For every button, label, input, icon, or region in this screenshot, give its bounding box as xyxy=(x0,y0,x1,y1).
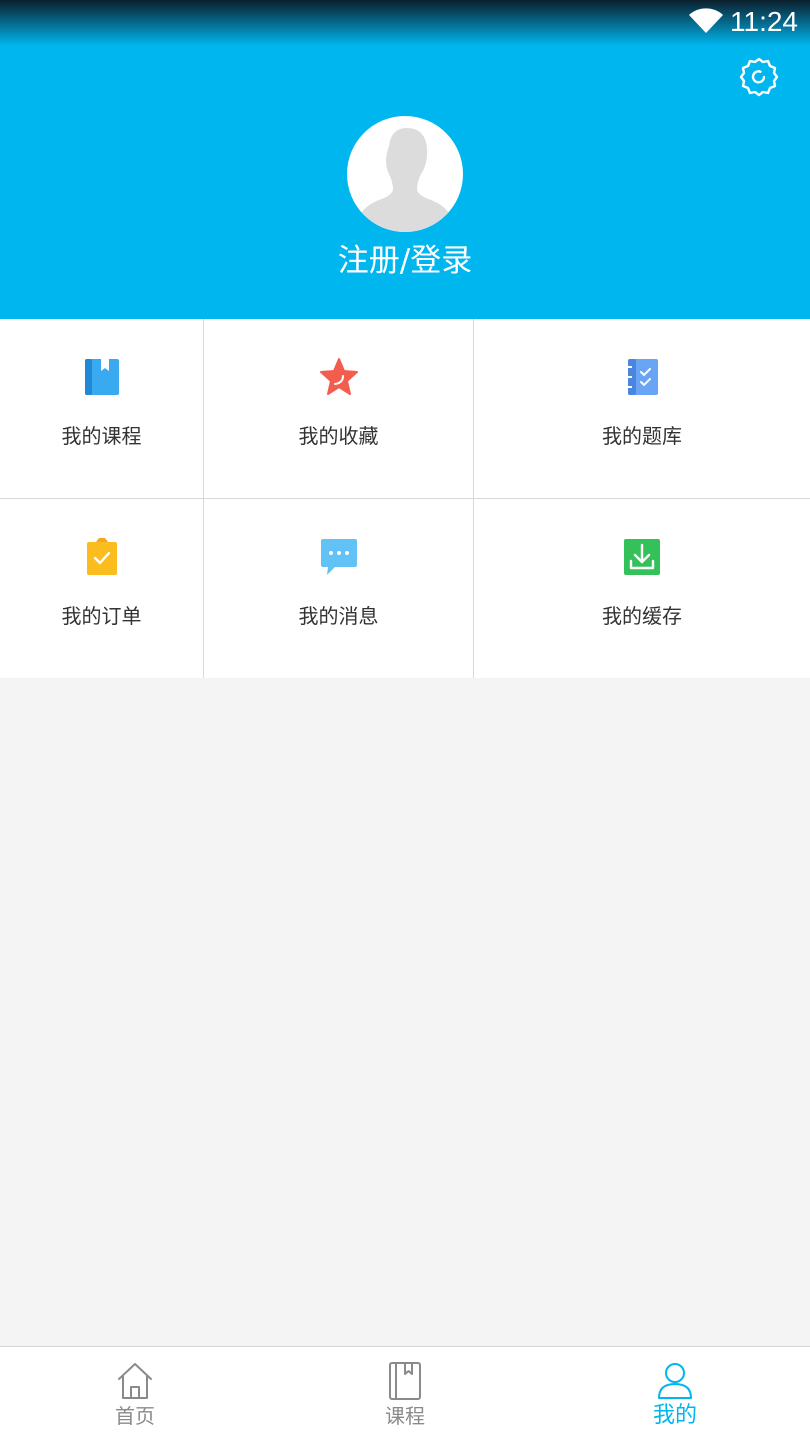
login-register-link[interactable]: 注册/登录 xyxy=(0,238,810,284)
status-time: 11:24 xyxy=(730,6,798,37)
default-avatar-icon xyxy=(357,128,453,232)
bottom-navigation: 首页 课程 我的 xyxy=(0,1346,810,1441)
user-icon xyxy=(658,1363,692,1399)
menu-item-my-question-bank[interactable]: 我的题库 xyxy=(474,319,810,498)
menu-item-label: 我的消息 xyxy=(298,604,379,628)
menu-item-my-downloads[interactable]: 我的缓存 xyxy=(474,499,810,678)
menu-item-label: 我的收藏 xyxy=(298,424,379,448)
book-icon xyxy=(389,1362,421,1400)
menu-grid: 我的课程 我的收藏 我的题库 我的订单 我的消息 我的缓存 xyxy=(0,319,810,678)
profile-header: 11:24 注册/登录 xyxy=(0,0,810,319)
menu-item-label: 我的订单 xyxy=(61,604,142,628)
menu-item-my-courses[interactable]: 我的课程 xyxy=(0,319,203,498)
menu-item-my-orders[interactable]: 我的订单 xyxy=(0,499,203,678)
notebook-check-icon xyxy=(625,359,658,395)
menu-item-my-messages[interactable]: 我的消息 xyxy=(204,499,473,678)
book-icon xyxy=(84,359,119,395)
nav-tab-home[interactable]: 首页 xyxy=(65,1347,205,1441)
clipboard-check-icon xyxy=(86,538,117,575)
home-icon xyxy=(118,1363,152,1399)
gear-icon[interactable] xyxy=(738,56,780,98)
nav-tab-label: 首页 xyxy=(115,1404,155,1428)
nav-tab-label: 我的 xyxy=(652,1403,697,1428)
nav-tab-mine[interactable]: 我的 xyxy=(605,1347,745,1441)
avatar[interactable] xyxy=(347,116,463,232)
nav-tab-courses[interactable]: 课程 xyxy=(335,1347,475,1441)
menu-item-label: 我的缓存 xyxy=(602,604,682,628)
wifi-icon xyxy=(689,8,723,33)
chat-bubble-icon xyxy=(320,539,357,575)
menu-item-my-favorites[interactable]: 我的收藏 xyxy=(204,319,473,498)
star-icon xyxy=(319,358,358,395)
download-icon xyxy=(624,539,660,575)
menu-item-label: 我的题库 xyxy=(602,424,682,448)
nav-tab-label: 课程 xyxy=(385,1404,425,1428)
menu-item-label: 我的课程 xyxy=(61,424,142,448)
grid-divider xyxy=(0,498,810,499)
